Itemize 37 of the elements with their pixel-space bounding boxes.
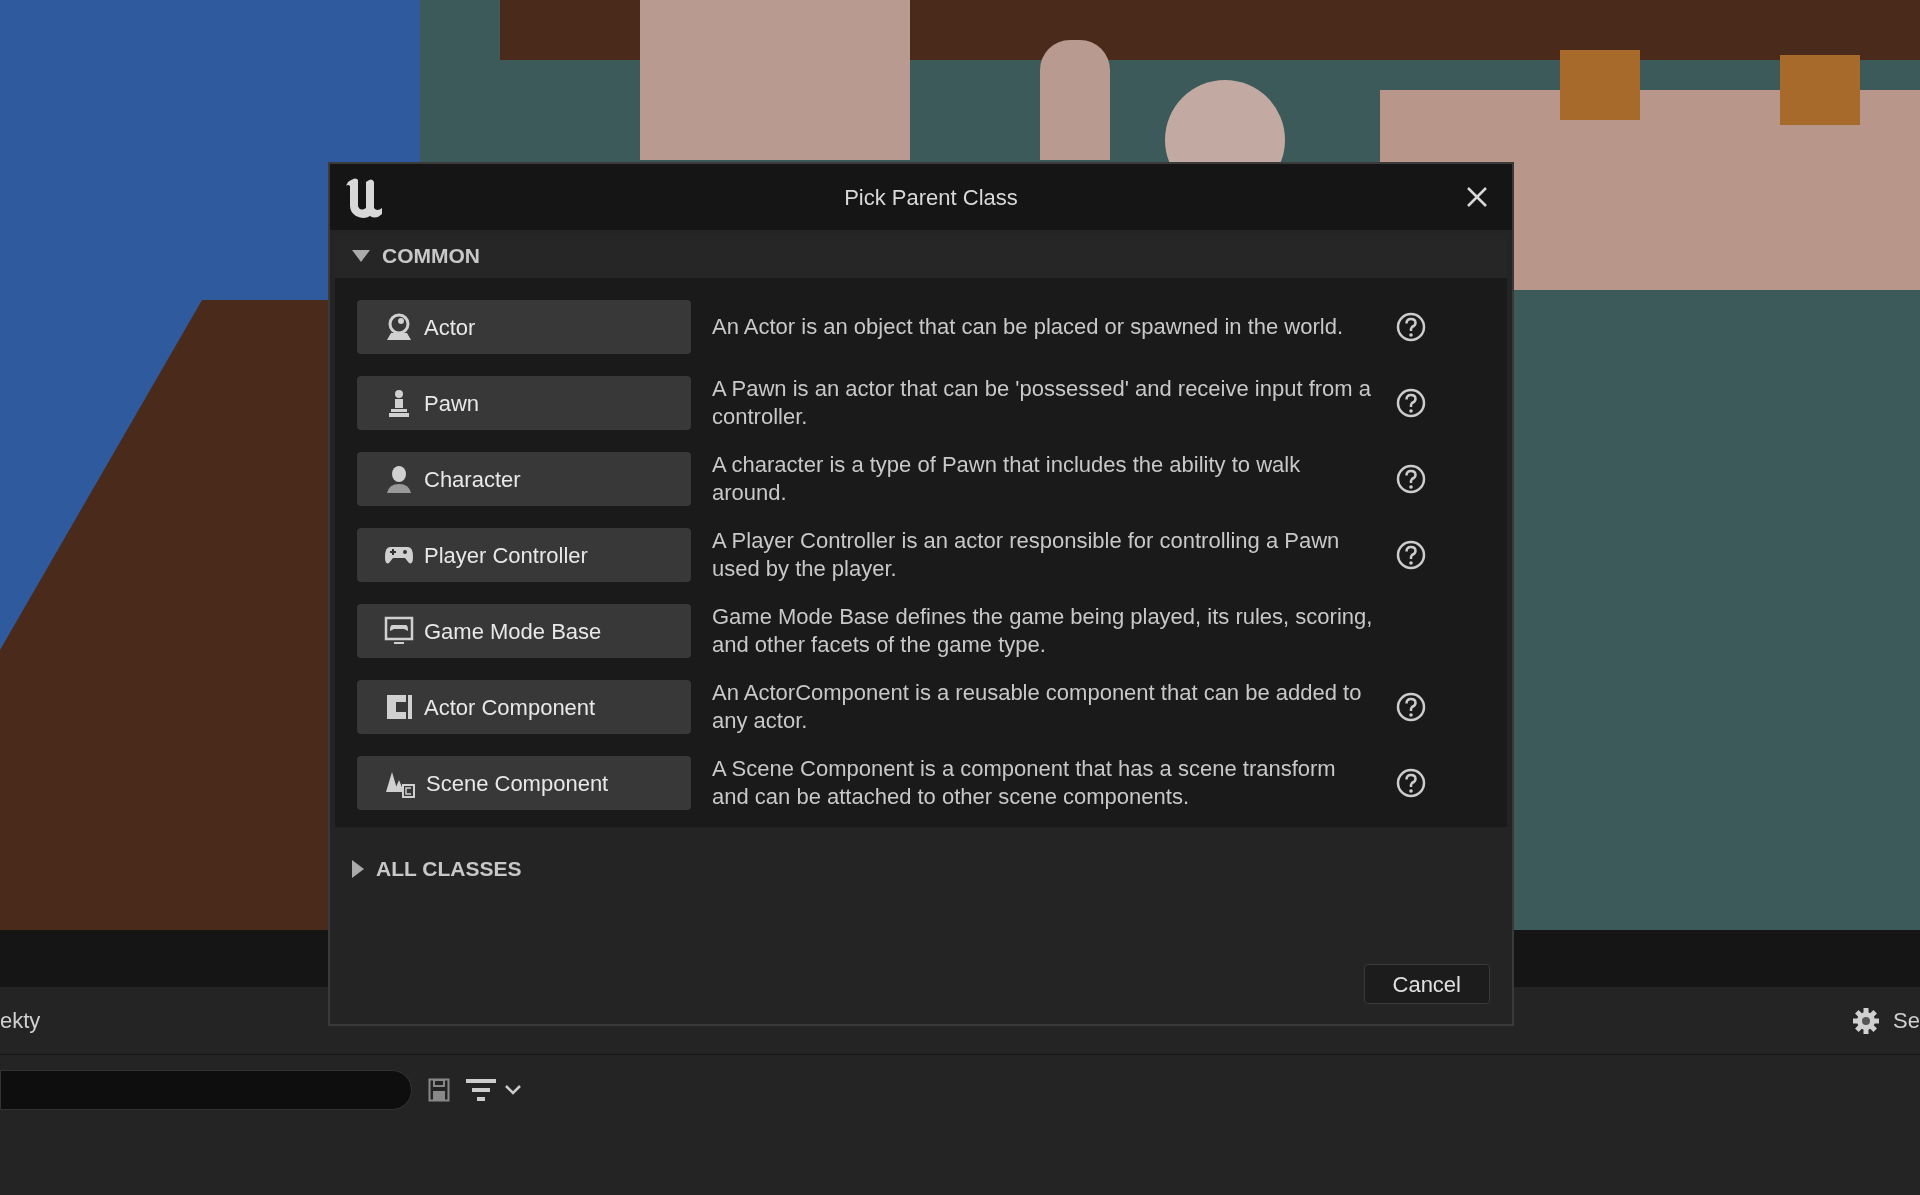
class-description: A character is a type of Pawn that includes the ability to walk around. (712, 451, 1302, 507)
class-button[interactable]: Character (357, 452, 691, 506)
class-description: Game Mode Base defines the game being played, its rules, scoring, and other facets of the game type. (712, 603, 1374, 659)
class-button[interactable]: Pawn (357, 376, 691, 430)
cancel-button[interactable]: Cancel (1363, 964, 1490, 1004)
component-c-icon (384, 692, 414, 722)
class-button[interactable]: Game Mode Base (357, 604, 691, 658)
help-icon[interactable] (1396, 388, 1426, 418)
help-icon[interactable] (1396, 464, 1426, 494)
collapsed-arrow-icon (352, 860, 364, 878)
filter-icon[interactable] (466, 1077, 496, 1103)
class-button[interactable]: Actor Component (357, 680, 691, 734)
monitor-gamepad-icon (384, 616, 414, 646)
class-button[interactable]: Player Controller (357, 528, 691, 582)
category-header[interactable]: ALL CLASSES (335, 847, 1507, 891)
settings-icon[interactable] (1851, 1005, 1882, 1036)
help-icon[interactable] (1396, 768, 1426, 798)
person-bust-icon (384, 464, 414, 494)
dialog-title: Pick Parent Class (844, 183, 1018, 212)
class-button[interactable]: Actor (357, 300, 691, 354)
expanded-arrow-icon (352, 250, 370, 262)
help-icon[interactable] (1396, 540, 1426, 570)
chevron-down-icon[interactable] (504, 1084, 522, 1096)
class-button[interactable]: Scene Component (357, 756, 691, 810)
sphere-on-base-icon (384, 312, 414, 342)
class-description: A Scene Component is a component that has a scene transform and can be attached to other scene components. (712, 755, 1337, 811)
class-description: An Actor is an object that can be placed or spawned in the world. (712, 313, 1345, 341)
settings-label[interactable]: Se (1893, 1004, 1920, 1037)
class-description: A Pawn is an actor that can be 'possessed' and receive input from a controller. (712, 375, 1372, 431)
class-description: A Player Controller is an actor responsible for controlling a Pawn used by the player. (712, 527, 1341, 583)
help-icon[interactable] (1396, 312, 1426, 342)
class-description: An ActorComponent is a reusable component that can be added to any actor. (712, 679, 1363, 735)
close-icon[interactable] (1466, 186, 1488, 208)
panel-tab[interactable]: ekty (0, 1004, 41, 1037)
save-icon[interactable] (428, 1078, 450, 1102)
help-icon[interactable] (1396, 692, 1426, 722)
search-field[interactable] (0, 1070, 412, 1110)
